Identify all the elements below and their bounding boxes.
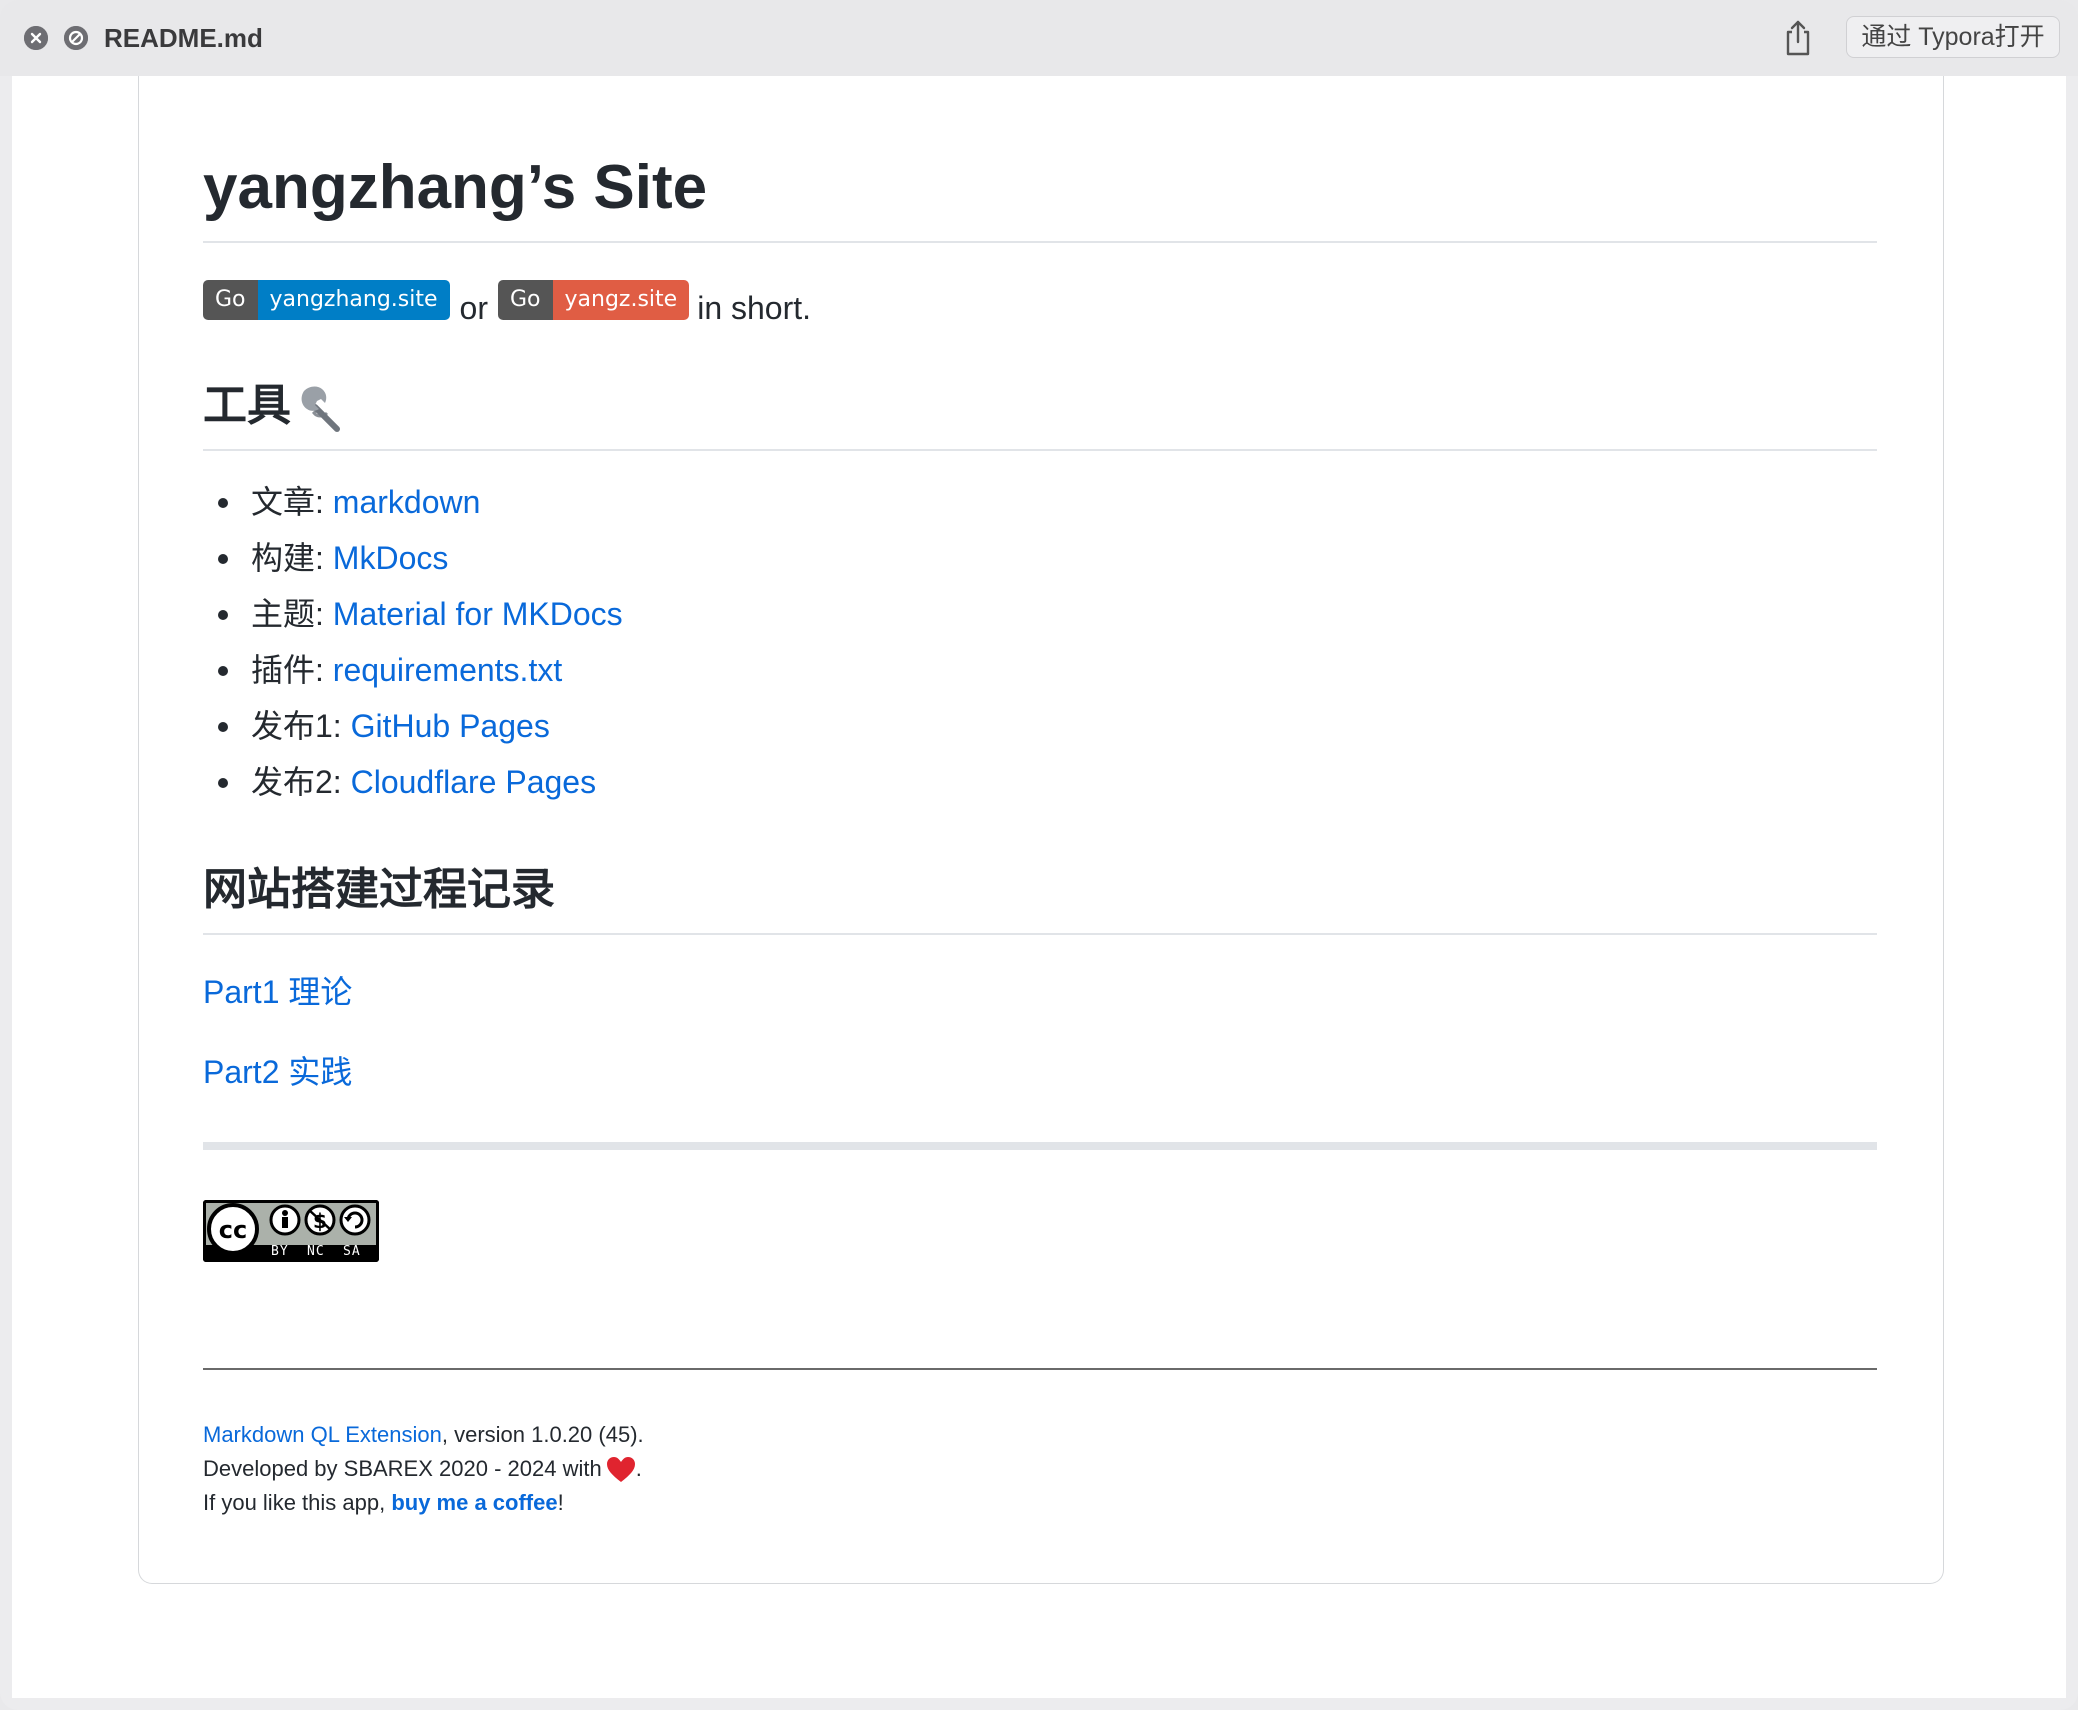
list-item: 主题: Material for MKDocs — [203, 586, 623, 642]
list-item: 发布1: GitHub Pages — [203, 698, 623, 754]
developed-text: Developed by SBAREX 2020 - 2024 with — [203, 1456, 602, 1481]
badge-left-label: Go — [203, 280, 258, 320]
markdown-card: yangzhang’s Site Go yangzhang.site or Go y… — [138, 76, 1944, 1584]
tool-label: 主题: — [251, 596, 333, 632]
like-text: If you like this app, — [203, 1490, 392, 1515]
svg-text:cc: cc — [219, 1216, 247, 1244]
heart-icon — [606, 1457, 635, 1483]
footer: Markdown QL Extension, version 1.0.20 (4… — [203, 1418, 644, 1520]
list-item: 发布2: Cloudflare Pages — [203, 754, 623, 810]
list-item: 插件: requirements.txt — [203, 642, 623, 698]
wrench-icon — [301, 386, 340, 433]
buy-me-a-coffee-link[interactable]: buy me a coffee — [391, 1490, 557, 1515]
tool-link-material[interactable]: Material for MKDocs — [333, 596, 623, 632]
tool-label: 发布1: — [251, 708, 351, 744]
close-icon — [24, 26, 48, 50]
list-item: 构建: MkDocs — [203, 530, 623, 586]
tools-heading: 工具 — [203, 376, 345, 436]
part2-link[interactable]: Part2 实践 — [203, 1050, 352, 1094]
fullscreen-button[interactable] — [64, 26, 88, 50]
tools-heading-text: 工具 — [203, 381, 291, 430]
part1-link[interactable]: Part1 理论 — [203, 970, 352, 1014]
markdown-ql-extension-link[interactable]: Markdown QL Extension — [203, 1422, 442, 1447]
footer-developed-line: Developed by SBAREX 2020 - 2024 with. — [203, 1452, 644, 1486]
badge-yangz-site[interactable]: Go yangz.site — [498, 280, 690, 320]
record-divider — [203, 933, 1877, 935]
developed-end: . — [635, 1456, 642, 1481]
close-button[interactable] — [24, 26, 48, 50]
slash-circle-icon — [64, 26, 88, 50]
title-divider — [203, 241, 1877, 243]
site-badges-line: Go yangzhang.site or Go yangz.site in shor… — [203, 272, 821, 328]
tool-link-requirements[interactable]: requirements.txt — [333, 652, 562, 688]
page-title: yangzhang’s Site — [203, 153, 708, 222]
badge-left-label: Go — [498, 280, 553, 320]
title-bar: README.md 通过 Typora打开 — [0, 0, 2078, 76]
or-text: or — [459, 290, 488, 326]
tool-label: 插件: — [251, 652, 333, 688]
tools-divider — [203, 449, 1877, 451]
record-heading: 网站搭建过程记录 — [203, 865, 555, 914]
cc-sa-label: SA — [343, 1244, 361, 1259]
tools-list: 文章: markdown 构建: MkDocs 主题: Material for… — [203, 474, 623, 810]
tool-link-markdown[interactable]: markdown — [333, 484, 481, 520]
in-short-text: in short. — [697, 290, 812, 326]
tool-label: 发布2: — [251, 764, 351, 800]
cc-by-label: BY — [271, 1244, 289, 1259]
cc-nc-label: NC — [307, 1244, 325, 1259]
quicklook-window: README.md 通过 Typora打开 yangzhang’s Site G… — [0, 0, 2078, 1710]
badge-right-label: yangz.site — [552, 280, 690, 320]
share-icon[interactable] — [1782, 18, 1814, 58]
list-item: 文章: markdown — [203, 474, 623, 530]
open-with-typora-button[interactable]: 通过 Typora打开 — [1846, 16, 2060, 58]
tool-label: 构建: — [251, 540, 333, 576]
tool-link-mkdocs[interactable]: MkDocs — [333, 540, 449, 576]
tool-link-cloudflare-pages[interactable]: Cloudflare Pages — [351, 764, 596, 800]
footer-version-line: Markdown QL Extension, version 1.0.20 (4… — [203, 1418, 644, 1452]
badge-yangzhang-site[interactable]: Go yangzhang.site — [203, 280, 450, 320]
cc-by-nc-sa-badge[interactable]: cc $ BY NC SA — [203, 1200, 379, 1262]
like-end: ! — [557, 1490, 564, 1515]
footer-coffee-line: If you like this app, buy me a coffee! — [203, 1486, 644, 1520]
footer-divider — [203, 1368, 1877, 1370]
tool-label: 文章: — [251, 484, 333, 520]
badge-right-label: yangzhang.site — [257, 280, 450, 320]
tool-link-github-pages[interactable]: GitHub Pages — [351, 708, 550, 744]
preview-area: yangzhang’s Site Go yangzhang.site or Go y… — [12, 76, 2066, 1698]
window-title: README.md — [104, 23, 263, 53]
version-text: , version 1.0.20 (45). — [441, 1422, 644, 1447]
horizontal-rule — [203, 1142, 1877, 1150]
